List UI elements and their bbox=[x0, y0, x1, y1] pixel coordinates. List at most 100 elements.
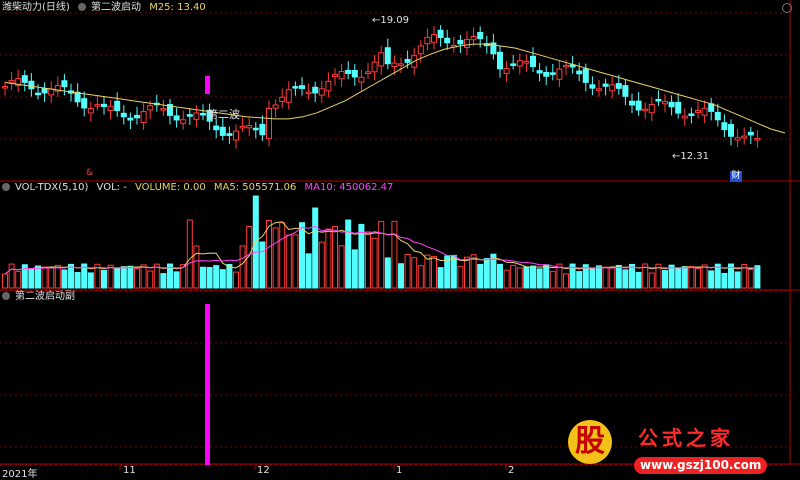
candle-body bbox=[510, 63, 517, 66]
window-settings-icon[interactable] bbox=[782, 3, 792, 13]
candle-body bbox=[404, 58, 411, 63]
x-axis-label: 2021年 bbox=[2, 469, 38, 480]
volume-bar bbox=[285, 234, 292, 289]
candle-body bbox=[279, 96, 286, 102]
volume-bar bbox=[464, 256, 470, 289]
volume-bar bbox=[61, 269, 68, 289]
candle-body bbox=[35, 92, 41, 96]
candle-body bbox=[549, 72, 556, 75]
volume-bar bbox=[497, 263, 503, 289]
finance-badge[interactable]: 财 bbox=[730, 171, 742, 182]
volume-bar bbox=[140, 264, 147, 289]
candle-body bbox=[74, 91, 81, 103]
volume-bars[interactable] bbox=[2, 195, 761, 289]
candle-body bbox=[147, 105, 154, 111]
candle-body bbox=[200, 112, 206, 116]
volume-bar bbox=[404, 253, 411, 289]
candle-body bbox=[602, 83, 609, 87]
candle-body bbox=[186, 114, 193, 117]
indicator-settings-icon[interactable] bbox=[78, 3, 86, 11]
volume-bar bbox=[398, 263, 404, 289]
candle-body bbox=[503, 68, 510, 74]
signal-bar-group[interactable] bbox=[205, 304, 210, 465]
volume-bar bbox=[48, 267, 55, 289]
volume-bar bbox=[695, 268, 701, 289]
candle-body bbox=[107, 105, 114, 112]
stock-name[interactable]: 潍柴动力(日线) bbox=[2, 2, 70, 13]
candle-body bbox=[648, 103, 655, 114]
volume-bar bbox=[266, 220, 272, 289]
red-event-marker[interactable]: & bbox=[86, 168, 93, 178]
candle-body bbox=[497, 51, 503, 70]
volume-bar bbox=[127, 265, 134, 289]
volume-bar bbox=[28, 268, 35, 289]
volume-bar bbox=[675, 267, 682, 289]
candle-body bbox=[134, 114, 140, 119]
candle-body bbox=[635, 100, 642, 111]
volume-bar bbox=[279, 222, 286, 289]
x-axis-label: 1 bbox=[396, 465, 403, 476]
volume-bar bbox=[378, 220, 385, 289]
candle-body bbox=[721, 122, 728, 131]
volume-header: VOL-TDX(5,10) VOL: - VOLUME: 0.00 MA5: 5… bbox=[2, 181, 398, 195]
signal-candle bbox=[205, 76, 210, 94]
volume-bar bbox=[563, 273, 569, 289]
candle-body bbox=[642, 108, 649, 112]
candle-body bbox=[101, 103, 107, 108]
volume-bar bbox=[233, 271, 239, 289]
candle-body bbox=[160, 108, 167, 111]
volume-indicator-name[interactable]: VOL-TDX(5,10) bbox=[15, 182, 88, 193]
signal-settings-icon[interactable] bbox=[2, 292, 10, 300]
volume-bar bbox=[371, 237, 378, 289]
candle-body bbox=[622, 85, 629, 97]
candlestick-series[interactable] bbox=[2, 25, 761, 149]
indicator-name[interactable]: 第二波启动 bbox=[91, 2, 141, 13]
volume-bar bbox=[417, 265, 424, 289]
candle-body bbox=[609, 84, 616, 92]
candle-body bbox=[556, 68, 563, 80]
volume-bar bbox=[734, 271, 741, 289]
candle-body bbox=[81, 98, 88, 109]
candle-body bbox=[120, 112, 127, 118]
ma25-label: M25: 13.40 bbox=[149, 2, 206, 13]
volume-bar bbox=[437, 267, 444, 289]
candle-body bbox=[2, 86, 8, 89]
candle-body bbox=[747, 131, 754, 136]
volume-bar bbox=[160, 273, 167, 289]
volume-bar bbox=[15, 270, 22, 289]
candle-body bbox=[338, 70, 345, 80]
candle-body bbox=[226, 133, 233, 136]
candle-body bbox=[266, 108, 272, 140]
volume-bar bbox=[503, 269, 510, 289]
chart-canvas[interactable] bbox=[0, 0, 800, 479]
volume-bar bbox=[54, 264, 61, 289]
volume-bar bbox=[305, 253, 312, 289]
x-axis-label: 2 bbox=[508, 465, 515, 476]
signal-indicator-name[interactable]: 第二波启动副 bbox=[15, 291, 75, 302]
ma5-label: MA5: 505571.06 bbox=[213, 182, 297, 193]
volume-bar bbox=[107, 264, 114, 289]
volume-bar bbox=[338, 245, 345, 289]
volume-bar bbox=[602, 266, 609, 289]
candle-body bbox=[563, 64, 569, 68]
main-header: 潍柴动力(日线) 第二波启动 M25: 13.40 bbox=[2, 1, 211, 15]
volume-settings-icon[interactable] bbox=[2, 183, 10, 191]
candle-body bbox=[516, 60, 523, 67]
volume-bar bbox=[662, 270, 668, 289]
volume-bar bbox=[543, 264, 550, 289]
volume-bar bbox=[87, 272, 94, 289]
volume-bar bbox=[186, 219, 193, 289]
vol-label: VOL: - bbox=[96, 182, 127, 193]
candle-body bbox=[530, 55, 536, 68]
volume-bar bbox=[615, 264, 622, 289]
candle-body bbox=[180, 119, 187, 124]
candle-body bbox=[239, 125, 246, 129]
candle-body bbox=[358, 76, 365, 83]
candle-body bbox=[444, 37, 451, 44]
candle-body bbox=[398, 63, 404, 66]
candle-body bbox=[464, 38, 470, 48]
volume-bar bbox=[523, 266, 530, 289]
candle-body bbox=[714, 111, 721, 121]
candle-body bbox=[285, 89, 292, 103]
x-axis-label: 11 bbox=[123, 465, 136, 476]
